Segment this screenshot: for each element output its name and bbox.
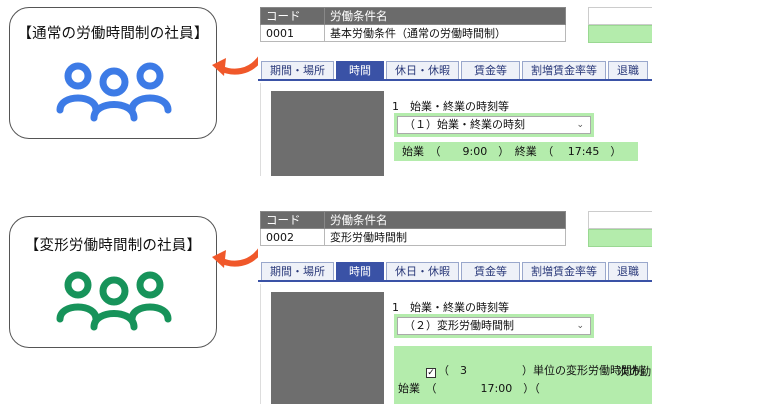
header-code: コード xyxy=(260,7,325,25)
side-field-green[interactable] xyxy=(588,229,652,247)
tab-retirement[interactable]: 退職 xyxy=(608,61,648,79)
tab-bar: 期間・場所 時間 休日・休暇 賃金等 割増賃金率等 退職 xyxy=(258,61,652,81)
tab-period-place[interactable]: 期間・場所 xyxy=(261,61,334,79)
select-value: （２）変形労働時間制 xyxy=(404,319,514,332)
tab-wages[interactable]: 賃金等 xyxy=(461,262,520,280)
tab-wages[interactable]: 賃金等 xyxy=(461,61,520,79)
people-group-icon xyxy=(56,271,172,331)
next-work-label: 次の勤 xyxy=(618,365,651,378)
chevron-down-icon[interactable]: ⌄ xyxy=(576,117,584,133)
header-code: コード xyxy=(260,211,325,229)
section-label: 1 始業・終業の時刻等 xyxy=(392,100,509,113)
variable-hours-area: ✓（ 3 ）単位の変形労働時間制 ・✓交 次の勤 始業 （ 17:00 ）（ xyxy=(394,346,652,404)
hours-type-select[interactable]: （２）変形労働時間制 ⌄ xyxy=(397,317,591,335)
select-highlight: （２）変形労働時間制 ⌄ xyxy=(394,314,594,338)
tab-retirement[interactable]: 退職 xyxy=(608,262,648,280)
people-group-icon xyxy=(56,62,172,122)
select-highlight: （１）始業・終業の時刻 ⌄ xyxy=(394,113,594,137)
side-field[interactable] xyxy=(588,211,652,229)
row-code[interactable]: 0002 xyxy=(260,228,325,246)
side-field[interactable] xyxy=(588,7,652,25)
tab-premium-rate[interactable]: 割増賃金率等 xyxy=(522,61,606,79)
header-name: 労働条件名 xyxy=(324,7,566,25)
tab-time[interactable]: 時間 xyxy=(336,61,384,79)
table-row[interactable]: 0001 基本労働条件（通常の労働時間制） xyxy=(260,24,566,42)
image-placeholder xyxy=(271,91,384,176)
hours-type-select[interactable]: （１）始業・終業の時刻 ⌄ xyxy=(397,116,591,134)
callout-variable-hours: 【変形労働時間制の社員】 xyxy=(9,216,217,348)
chevron-down-icon[interactable]: ⌄ xyxy=(576,318,584,334)
tab-premium-rate[interactable]: 割増賃金率等 xyxy=(522,262,606,280)
row-name[interactable]: 基本労働条件（通常の労働時間制） xyxy=(324,24,566,42)
row-code[interactable]: 0001 xyxy=(260,24,325,42)
tab-holidays[interactable]: 休日・休暇 xyxy=(386,61,459,79)
section-label: 1 始業・終業の時刻等 xyxy=(392,301,509,314)
tab-content: 1 始業・終業の時刻等 （１）始業・終業の時刻 ⌄ 始業 （ 9:00 ） 終業… xyxy=(260,83,652,176)
work-condition-panel: コード 労働条件名 0001 基本労働条件（通常の労働時間制） 期間・場所 時間… xyxy=(258,5,652,176)
checkbox-checked[interactable]: ✓ xyxy=(425,368,436,378)
callout-title: 【変形労働時間制の社員】 xyxy=(24,238,202,254)
tab-period-place[interactable]: 期間・場所 xyxy=(261,262,334,280)
tab-time[interactable]: 時間 xyxy=(336,262,384,280)
tab-holidays[interactable]: 休日・休暇 xyxy=(386,262,459,280)
work-condition-panel: コード 労働条件名 0002 変形労働時間制 期間・場所 時間 休日・休暇 賃金… xyxy=(258,209,652,404)
callout-normal-hours: 【通常の労働時間制の社員】 xyxy=(9,7,217,139)
work-condition-table: コード 労働条件名 0002 変形労働時間制 xyxy=(260,211,566,246)
header-name: 労働条件名 xyxy=(324,211,566,229)
select-value: （１）始業・終業の時刻 xyxy=(404,118,525,131)
table-row[interactable]: 0002 変形労働時間制 xyxy=(260,228,566,246)
time-row[interactable]: 始業 （ 17:00 ）（ xyxy=(398,382,540,396)
work-condition-table: コード 労働条件名 0001 基本労働条件（通常の労働時間制） xyxy=(260,7,566,42)
tab-content: 1 始業・終業の時刻等 （２）変形労働時間制 ⌄ ✓ （ 3 ）単位の変形労働時間… xyxy=(260,284,652,404)
row-name[interactable]: 変形労働時間制 xyxy=(324,228,566,246)
tab-bar: 期間・場所 時間 休日・休暇 賃金等 割増賃金率等 退職 xyxy=(258,262,652,282)
side-field-green[interactable] xyxy=(588,25,652,43)
time-row[interactable]: 始業 （ 9:00 ） 終業 （ 17:45 ） xyxy=(394,142,638,161)
callout-title: 【通常の労働時間制の社員】 xyxy=(17,26,209,42)
image-placeholder xyxy=(271,292,384,404)
